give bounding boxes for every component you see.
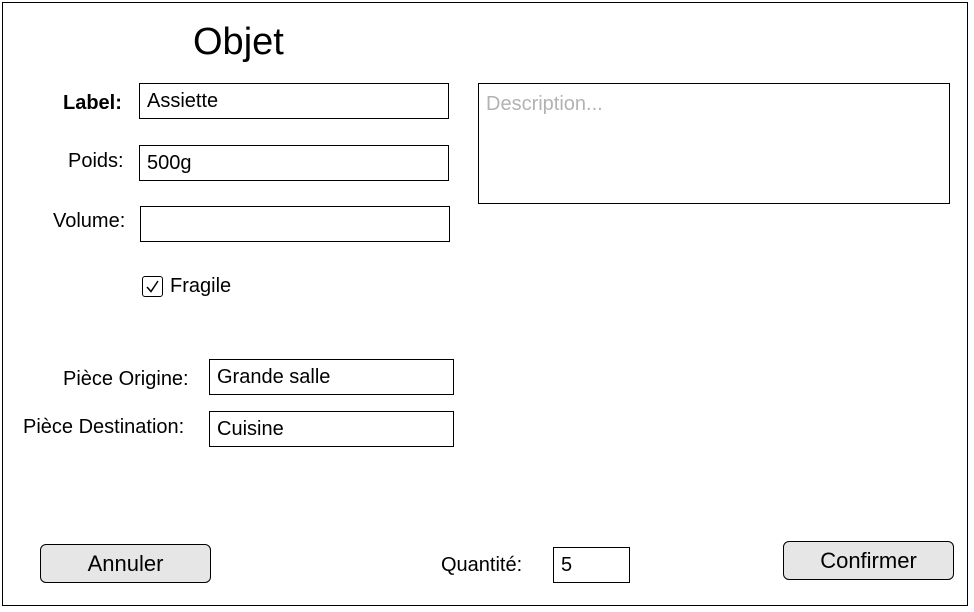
label-input[interactable] xyxy=(139,83,449,119)
piece-origine-caption: Pièce Origine: xyxy=(63,368,189,390)
quantite-caption: Quantité: xyxy=(441,554,523,576)
piece-destination-caption: Pièce Destination: xyxy=(23,416,185,438)
checkmark-icon xyxy=(146,280,159,293)
poids-field-caption: Poids: xyxy=(68,150,124,172)
dialog-title: Objet xyxy=(193,21,284,63)
poids-input[interactable] xyxy=(139,145,449,181)
description-textarea[interactable] xyxy=(478,83,950,204)
dialog-frame: Objet Label: Poids: Volume: Fragile Pièc… xyxy=(2,2,968,606)
label-field-caption: Label: xyxy=(63,92,122,114)
fragile-checkbox-row[interactable]: Fragile xyxy=(142,274,231,298)
fragile-checkbox-label: Fragile xyxy=(170,275,232,297)
volume-input[interactable] xyxy=(140,206,450,242)
volume-field-caption: Volume: xyxy=(53,210,126,232)
fragile-checkbox[interactable] xyxy=(142,275,163,297)
cancel-button[interactable]: Annuler xyxy=(40,544,211,583)
piece-origine-input[interactable] xyxy=(209,359,454,395)
confirm-button[interactable]: Confirmer xyxy=(783,541,954,580)
quantite-input[interactable] xyxy=(553,547,630,583)
piece-destination-input[interactable] xyxy=(209,411,454,447)
